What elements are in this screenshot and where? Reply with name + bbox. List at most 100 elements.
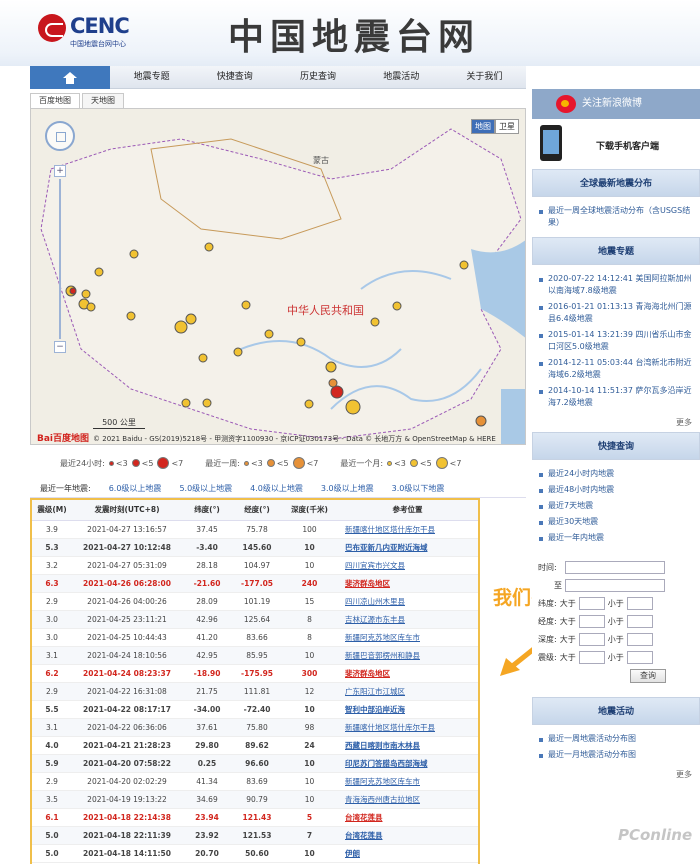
cell-location[interactable]: 新疆阿克苏地区库车市 [337,628,478,647]
cell-location[interactable]: 印尼苏门答腊岛西部海域 [337,754,478,773]
map-type-satellite[interactable]: 卫星 [495,119,519,134]
col-lat[interactable]: 纬度(°) [182,500,232,521]
zoom-slider[interactable] [59,179,61,339]
map-zoom-control[interactable]: + − [54,165,66,355]
cell-lat: 23.92 [182,826,232,845]
cell-location[interactable]: 新疆巴音郭楞州和静县 [337,646,478,665]
app-download[interactable]: 下载手机客户端 [536,125,696,163]
cell-location[interactable]: 吉林辽源市东丰县 [337,610,478,629]
cell-location[interactable]: 智利中部沿岸近海 [337,700,478,719]
lat-max-input[interactable] [626,597,653,610]
weibo-follow[interactable]: 关注新浪微博 [532,89,700,119]
cell-magnitude: 2.9 [32,592,72,611]
list-item[interactable]: 最近一周全球地震活动分布（含USGS结果） [538,205,694,229]
phone-icon [540,125,562,161]
lat-min-input[interactable] [578,597,605,610]
nav-item-about[interactable]: 关于我们 [443,66,526,88]
cell-time: 2021-04-18 14:11:50 [72,844,182,863]
legend-dot [131,459,140,467]
cell-location[interactable]: 西藏日喀则市南木林县 [337,736,478,755]
cell-time: 2021-04-22 06:36:06 [72,718,182,737]
cell-location[interactable]: 新疆喀什地区塔什库尔干县 [337,520,478,539]
cell-magnitude: 3.9 [32,520,72,539]
cell-location[interactable]: 青海海西州唐古拉地区 [337,790,478,809]
map-canvas [31,109,525,444]
list-item[interactable]: 最近24小时内地震 [538,468,694,480]
col-location[interactable]: 参考位置 [337,500,478,521]
mag-min-input[interactable] [578,651,605,664]
cell-location[interactable]: 伊朗 [337,844,478,863]
list-item[interactable]: 最近一周地震活动分布图 [538,733,694,745]
col-magnitude[interactable]: 震级(M) [32,500,72,521]
col-time[interactable]: 发震时刻(UTC+8) [72,500,182,521]
cell-location[interactable]: 斐济群岛地区 [337,664,478,683]
zoom-out-button[interactable]: − [54,341,66,353]
tab-tianditu[interactable]: 天地图 [82,93,124,108]
list-item[interactable]: 最近30天地震 [538,516,694,528]
filter-4-plus[interactable]: 4.0级以上地震 [250,483,303,494]
cell-lon: 96.60 [232,754,282,773]
depth-min-input[interactable] [578,633,605,646]
cell-location[interactable]: 巴布亚新几内亚附近海域 [337,538,478,557]
cell-lat: 29.80 [182,736,232,755]
start-time-input[interactable] [565,561,665,574]
cell-location[interactable]: 四川宜宾市兴文县 [337,556,478,575]
query-button[interactable]: 查询 [630,669,666,683]
map-type-switch: 地图 卫星 [471,119,519,134]
cell-magnitude: 3.0 [32,628,72,647]
cell-time: 2021-04-24 08:23:37 [72,664,182,683]
cell-depth: 10 [282,556,337,575]
cell-depth: 10 [282,790,337,809]
more-link-2[interactable]: 更多 [532,769,700,780]
list-item[interactable]: 2014-12-11 05:03:44 台湾新北市附近海域6.2级地震 [538,357,694,381]
end-time-input[interactable] [565,579,665,592]
nav-home[interactable] [30,66,110,89]
list-item[interactable]: 最近48小时内地震 [538,484,694,496]
list-item[interactable]: 最近7天地震 [538,500,694,512]
table-row: 5.3 2021-04-27 10:12:48 -3.40 145.60 10 巴布亚新几… [32,538,478,557]
cell-location[interactable]: 新疆阿克苏地区库车市 [337,772,478,791]
cell-location[interactable]: 新疆喀什地区塔什库尔干县 [337,718,478,737]
list-item[interactable]: 2016-01-21 01:13:13 青海海北州门源县6.4级地震 [538,301,694,325]
cell-lon: 111.81 [232,682,282,701]
lon-min-input[interactable] [578,615,605,628]
nav-item-quick-query[interactable]: 快捷查询 [193,66,276,88]
filter-3-minus[interactable]: 3.0级以下地震 [392,483,445,494]
cell-lat: 28.09 [182,592,232,611]
cell-magnitude: 3.1 [32,718,72,737]
filter-3-plus[interactable]: 3.0级以上地震 [321,483,374,494]
zoom-in-button[interactable]: + [54,165,66,177]
tab-baidu-map[interactable]: 百度地图 [30,93,80,108]
lon-max-input[interactable] [626,615,653,628]
col-lon[interactable]: 经度(°) [232,500,282,521]
nav-item-topics[interactable]: 地震专题 [110,66,193,88]
legend-item: <3 [250,458,263,468]
form-row-to: 至 [538,579,694,592]
list-item[interactable]: 2015-01-14 13:21:39 四川省乐山市金口河区5.0级地震 [538,329,694,353]
list-item[interactable]: 2020-07-22 14:12:41 美国阿拉斯加州以南海域7.8级地震 [538,273,694,297]
filter-6-plus[interactable]: 6.0级以上地震 [109,483,162,494]
map-type-map[interactable]: 地图 [471,119,495,134]
cell-location[interactable]: 台湾花莲县 [337,826,478,845]
col-depth[interactable]: 深度(千米) [282,500,337,521]
cell-location[interactable]: 斐济群岛地区 [337,574,478,593]
cenc-logo[interactable]: CENC 中国地震台网中心 [38,12,158,52]
cell-location[interactable]: 广东阳江市江城区 [337,682,478,701]
mag-max-input[interactable] [626,651,653,664]
depth-max-input[interactable] [626,633,653,646]
cell-location[interactable]: 四川凉山州木里县 [337,592,478,611]
more-link[interactable]: 更多 [532,417,700,428]
legend-item: <3 [115,458,128,468]
earthquake-map[interactable]: + − 地图 卫星 蒙古 中华人民共和国 500 公里 Bai百度地图 © 202… [30,108,526,445]
cell-lon: 75.78 [232,520,282,539]
map-legend: 最近24小时: <3 <5 <7 最近一周: <3 <5 <7 最近一个月: <… [30,451,526,475]
nav-item-activity[interactable]: 地震活动 [360,66,443,88]
nav-item-history[interactable]: 历史查询 [276,66,359,88]
map-pan-control[interactable] [45,121,75,151]
cenc-logo-icon [38,14,66,42]
cell-location[interactable]: 台湾花莲县 [337,808,478,827]
list-item[interactable]: 最近一年内地震 [538,532,694,544]
filter-5-plus[interactable]: 5.0级以上地震 [179,483,232,494]
list-item[interactable]: 2014-10-14 11:51:37 萨尔瓦多沿岸近海7.2级地震 [538,385,694,409]
list-item[interactable]: 最近一月地震活动分布图 [538,749,694,761]
